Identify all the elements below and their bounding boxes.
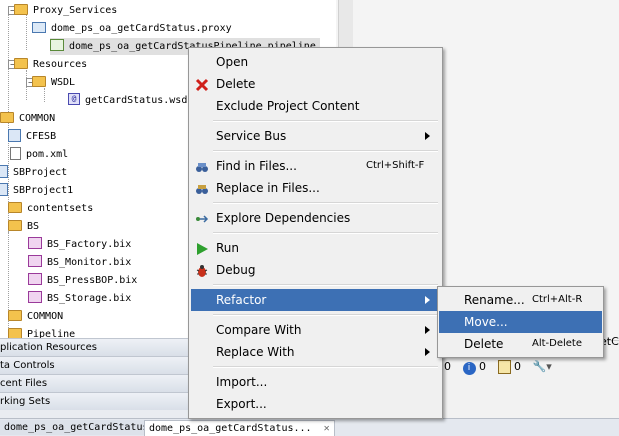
menu-item-replace-with[interactable]: Replace With (191, 341, 440, 363)
submenu-arrow-icon (425, 348, 430, 356)
tree-item-bs-pressbop[interactable]: BS_PressBOP.bix (28, 272, 137, 289)
service-bus-project-icon (0, 164, 8, 178)
submenu-arrow-icon (425, 326, 430, 334)
binoculars-replace-icon (195, 181, 209, 195)
menu-item-service-bus[interactable]: Service Bus (191, 125, 440, 147)
delete-x-icon (195, 77, 209, 92)
submenu-arrow-icon (425, 296, 430, 304)
business-service-icon (28, 237, 42, 249)
refactor-submenu: Rename... Ctrl+Alt-R Move... Delete Alt-… (437, 286, 604, 358)
tree-item-bs-monitor[interactable]: BS_Monitor.bix (28, 254, 131, 271)
service-bus-project-icon (0, 182, 8, 196)
folder-icon (8, 327, 22, 338)
pipeline-icon (50, 39, 64, 51)
menu-separator (213, 120, 438, 122)
bug-icon (195, 263, 209, 277)
close-icon[interactable]: ✕ (324, 423, 330, 434)
menu-item-compare-with[interactable]: Compare With (191, 319, 440, 341)
folder-icon (32, 75, 46, 87)
business-service-icon (28, 291, 42, 303)
menu-item-open[interactable]: Open (191, 51, 440, 73)
menu-item-import[interactable]: Import... (191, 371, 440, 393)
folder-icon (8, 201, 22, 213)
tree-item-bs[interactable]: BS (8, 218, 39, 235)
tree-item-common[interactable]: COMMON (0, 110, 55, 127)
tree-item-bs-storage[interactable]: BS_Storage.bix (28, 290, 131, 307)
wrench-icon[interactable]: 🔧▾ (533, 360, 552, 373)
run-icon (195, 241, 209, 255)
tab-proxy-editor[interactable]: dome_ps_oa_getCardStatus... ✕ (144, 420, 335, 436)
tree-item-resources[interactable]: − Resources (8, 56, 87, 73)
binoculars-icon (195, 159, 209, 173)
menu-item-run[interactable]: Run (191, 237, 440, 259)
tree-guide-line (8, 232, 9, 302)
menu-item-replace-in-files[interactable]: Replace in Files... (191, 177, 440, 199)
dependencies-icon (195, 211, 209, 225)
tree-item-contentsets[interactable]: contentsets (8, 200, 93, 217)
submenu-item-delete[interactable]: Delete Alt-Delete (439, 333, 602, 355)
menu-separator (213, 314, 438, 316)
folder-icon (8, 309, 22, 321)
context-menu: Open Delete Exclude Project Content Serv… (188, 47, 443, 419)
proxy-icon (32, 21, 46, 33)
issue-counters: 0 i 0 0 🔧▾ (444, 360, 552, 375)
folder-icon (0, 111, 14, 123)
tree-item-pipeline-folder[interactable]: Pipeline (8, 326, 75, 338)
menu-item-find-in-files[interactable]: Find in Files... Ctrl+Shift-F (191, 155, 440, 177)
xml-file-icon (10, 146, 21, 160)
menu-separator (213, 284, 438, 286)
wsdl-icon: @ (68, 93, 80, 105)
menu-item-debug[interactable]: Debug (191, 259, 440, 281)
task-icon[interactable] (497, 360, 511, 374)
submenu-item-rename[interactable]: Rename... Ctrl+Alt-R (439, 289, 602, 311)
tree-item-proxy-file[interactable]: dome_ps_oa_getCardStatus.proxy (32, 20, 232, 37)
tree-item-sbproject1[interactable]: SBProject1 (0, 182, 73, 199)
tree-item-pom[interactable]: pom.xml (10, 146, 68, 163)
folder-icon (14, 57, 28, 69)
tree-item-cfesb[interactable]: CFESB (8, 128, 56, 145)
submenu-item-move[interactable]: Move... (439, 311, 602, 333)
tree-item-common-2[interactable]: COMMON (8, 308, 63, 325)
menu-item-export[interactable]: Export... (191, 393, 440, 415)
folder-icon (8, 219, 22, 231)
menu-item-explore-dependencies[interactable]: Explore Dependencies (191, 207, 440, 229)
business-service-icon (28, 273, 42, 285)
service-bus-project-icon (8, 128, 21, 142)
tree-item-wsdl[interactable]: − WSDL (26, 74, 75, 91)
menu-item-exclude-project-content[interactable]: Exclude Project Content (191, 95, 440, 117)
tree-item-sbproject[interactable]: SBProject (0, 164, 67, 181)
info-icon[interactable]: i (462, 362, 476, 375)
menu-item-refactor[interactable]: Refactor (191, 289, 440, 311)
tree-item-wsdl-file[interactable]: @ getCardStatus.wsdl (68, 92, 193, 109)
business-service-icon (28, 255, 42, 267)
menu-separator (213, 366, 438, 368)
menu-separator (213, 232, 438, 234)
menu-item-delete[interactable]: Delete (191, 73, 440, 95)
submenu-arrow-icon (425, 132, 430, 140)
menu-separator (213, 202, 438, 204)
tree-item-proxy-services[interactable]: − Proxy_Services (8, 2, 117, 19)
menu-separator (213, 150, 438, 152)
folder-icon (14, 3, 28, 15)
tree-item-bs-factory[interactable]: BS_Factory.bix (28, 236, 131, 253)
